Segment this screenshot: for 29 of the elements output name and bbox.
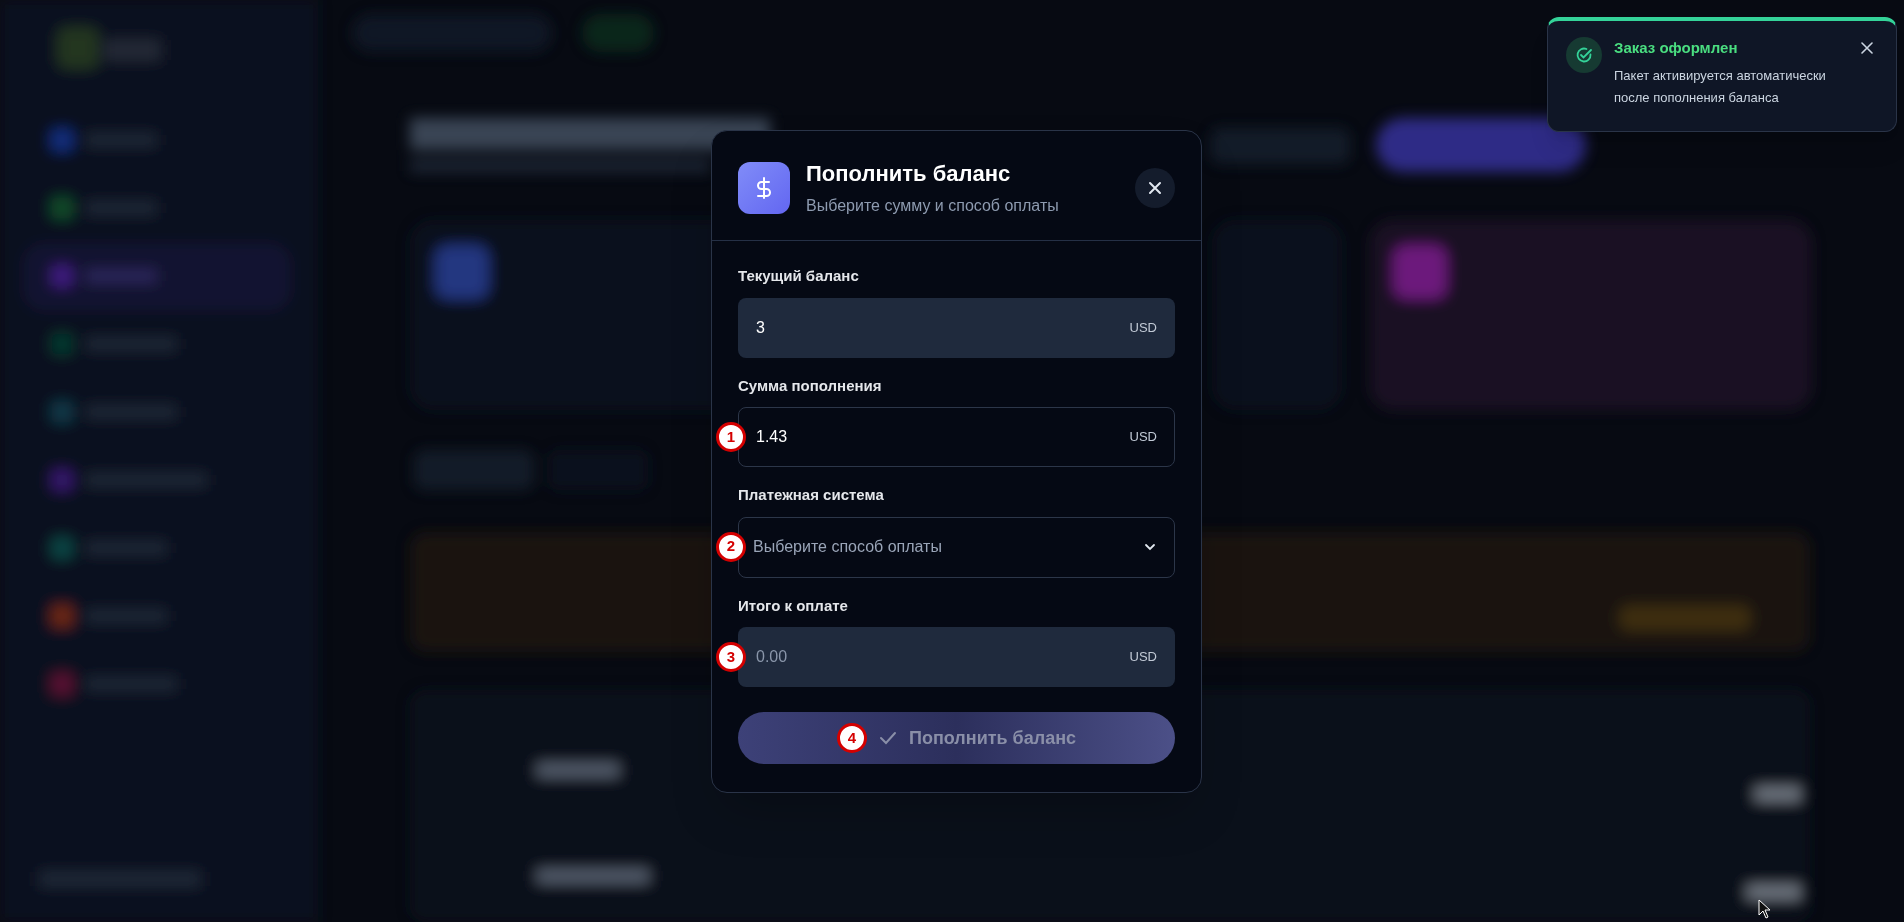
annotation-marker: 3	[716, 642, 746, 672]
close-icon	[1147, 179, 1163, 196]
check-icon	[878, 731, 897, 745]
annotation-marker: 2	[716, 531, 746, 562]
dropdown-placeholder: Выберите способ оплаты	[753, 537, 942, 557]
unit-label: USD	[1129, 428, 1157, 447]
annotation-marker: 1	[716, 422, 746, 452]
field-label: Сумма пополнения	[738, 375, 883, 396]
field-label: Текущий баланс	[738, 266, 860, 286]
dialog-title: Пополнить баланс	[806, 160, 1012, 188]
field-label: Итого к оплате	[738, 595, 849, 616]
payment-method-dropdown[interactable]: Выберите способ оплаты	[738, 516, 1175, 578]
field-value: 3	[756, 317, 765, 338]
dialog-subtitle: Выберите сумму и способ оплаты	[806, 196, 1059, 216]
field-value: 1.43	[756, 427, 788, 447]
annotation-marker: 4	[836, 723, 867, 753]
field-value: 0.00	[756, 647, 788, 667]
close-button[interactable]	[1858, 39, 1876, 57]
unit-label: USD	[1129, 318, 1157, 337]
dollar-icon	[738, 161, 790, 214]
field-label: Платежная система	[738, 485, 885, 505]
toast-message: Пакет активируется автоматически после пополнения баланса	[1614, 67, 1827, 107]
unit-label: USD	[1129, 648, 1157, 667]
amount-input-field[interactable]: 1.43 USD	[738, 407, 1175, 467]
close-button[interactable]	[1135, 167, 1175, 208]
mouse-cursor-icon	[1758, 899, 1772, 919]
toast-title: Заказ оформлен	[1614, 38, 1739, 58]
close-icon	[1861, 42, 1873, 54]
chevron-down-icon	[1144, 543, 1156, 551]
